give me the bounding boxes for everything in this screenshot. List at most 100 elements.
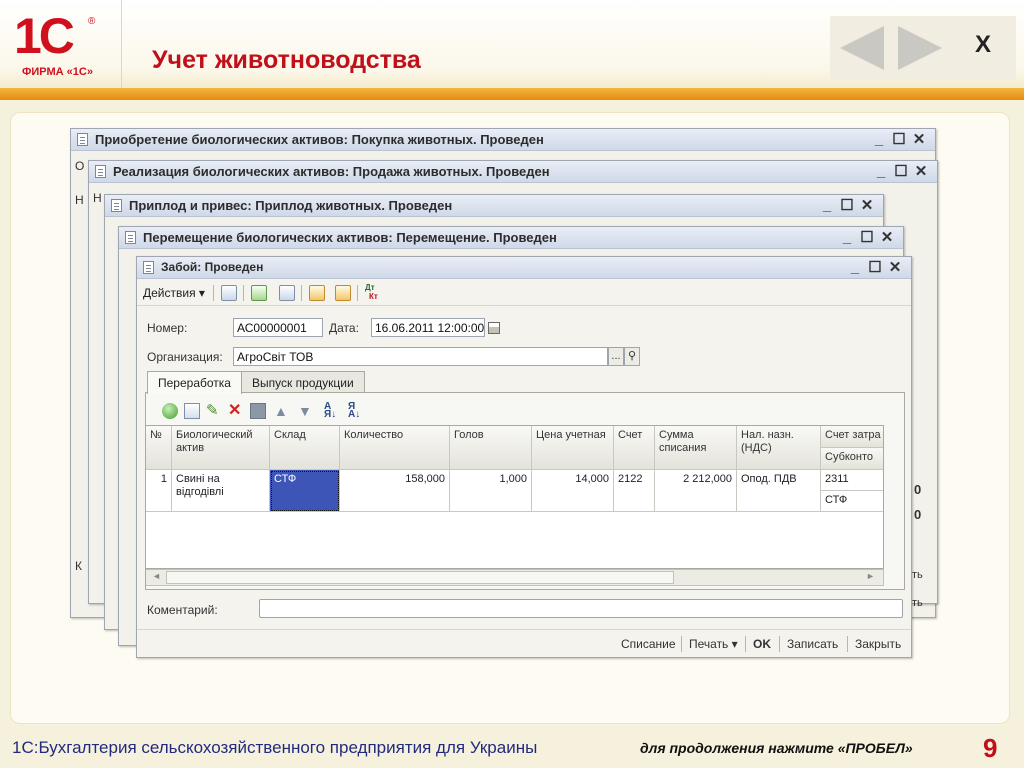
kt-label: Кт (369, 292, 378, 301)
maximize-icon[interactable]: ☐ (891, 162, 911, 180)
add-row-icon[interactable] (162, 403, 178, 419)
comment-label: Коментарий: (147, 603, 218, 617)
minimize-icon[interactable]: _ (871, 163, 891, 180)
cell-asset[interactable]: Свині на відгодівлі (172, 470, 270, 512)
col-header-amount[interactable]: Сумма списания (655, 426, 737, 470)
delete-row-icon[interactable]: ✕ (228, 403, 244, 419)
minimize-icon[interactable]: _ (869, 131, 889, 148)
cell-quantity[interactable]: 158,000 (340, 470, 450, 512)
number-field[interactable]: АС00000001 (233, 318, 323, 337)
close-window-button[interactable]: Закрыть (855, 637, 901, 651)
dt-kt-icon[interactable]: Дт Кт (365, 283, 378, 301)
window-title: Приобретение биологических активов: Поку… (95, 132, 544, 147)
col-header-account[interactable]: Счет (614, 426, 655, 470)
maximize-icon[interactable]: ☐ (857, 228, 877, 246)
document-icon (111, 199, 122, 212)
write-off-button[interactable]: Списание (621, 637, 676, 651)
window-titlebar[interactable]: Приобретение биологических активов: Поку… (71, 129, 935, 151)
col-header-warehouse[interactable]: Склад (270, 426, 340, 470)
refresh-icon[interactable] (251, 285, 267, 301)
organization-label: Организация: (147, 350, 223, 364)
minimize-icon[interactable]: _ (845, 259, 865, 276)
table-scrollbar[interactable]: ◄ ► (146, 569, 884, 586)
print-button[interactable]: Печать ▾ (689, 637, 738, 651)
window-titlebar[interactable]: Забой: Проведен _ ☐ ✕ (137, 257, 911, 279)
page-number: 9 (983, 733, 998, 763)
organization-select-button[interactable]: ... (608, 347, 624, 366)
sort-asc-icon[interactable]: А Я↓ (324, 402, 340, 420)
minimize-icon[interactable]: _ (837, 229, 857, 246)
post-doc-icon[interactable] (221, 285, 237, 301)
date-label: Дата: (329, 321, 359, 335)
button-separator (847, 636, 848, 652)
close-icon[interactable]: ✕ (885, 258, 905, 276)
col-header-heads[interactable]: Голов (450, 426, 532, 470)
calendar-icon[interactable] (488, 322, 500, 334)
window-controls: _ ☐ ✕ (871, 162, 931, 180)
next-arrow-icon[interactable] (898, 26, 942, 70)
button-separator (681, 636, 682, 652)
cell-amount[interactable]: 2 212,000 (655, 470, 737, 512)
scroll-right-icon[interactable]: ► (866, 571, 875, 581)
close-icon[interactable]: ✕ (909, 130, 929, 148)
document-icon (77, 133, 88, 146)
tab-products[interactable]: Выпуск продукции (241, 371, 365, 393)
col-header-subconto[interactable]: Субконто (821, 448, 883, 470)
logo-mark: 1С (14, 8, 75, 64)
maximize-icon[interactable]: ☐ (889, 130, 909, 148)
end-edit-icon[interactable] (250, 403, 266, 419)
maximize-icon[interactable]: ☐ (837, 196, 857, 214)
cell-price[interactable]: 14,000 (532, 470, 614, 512)
cell-subconto[interactable]: СТФ (821, 491, 883, 512)
header-divider (0, 88, 1024, 100)
cell-account[interactable]: 2122 (614, 470, 655, 512)
move-up-icon[interactable]: ▲ (274, 403, 290, 419)
cell-vat[interactable]: Опод. ПДВ (737, 470, 821, 512)
edge-label: 0 (914, 507, 922, 522)
col-header-price[interactable]: Цена учетная (532, 426, 614, 470)
actions-menu[interactable]: Действия ▾ (143, 286, 205, 300)
close-icon[interactable]: ✕ (857, 196, 877, 214)
cell-warehouse[interactable]: СТФ (270, 470, 340, 512)
copy-doc-icon[interactable] (279, 285, 295, 301)
col-header-vat[interactable]: Нал. назн. (НДС) (737, 426, 821, 470)
col-header-cost-account[interactable]: Счет затра (821, 426, 883, 448)
structure-icon[interactable] (335, 285, 351, 301)
based-on-icon[interactable] (309, 285, 325, 301)
sort-desc-icon[interactable]: Я А↓ (348, 402, 364, 420)
button-separator (779, 636, 780, 652)
col-header-number[interactable]: № (146, 426, 172, 470)
number-label: Номер: (147, 321, 188, 335)
maximize-icon[interactable]: ☐ (865, 258, 885, 276)
close-slide-button[interactable]: X (950, 16, 1016, 80)
ok-button[interactable]: OK (753, 637, 771, 651)
copy-row-icon[interactable] (184, 403, 200, 419)
cell-heads[interactable]: 1,000 (450, 470, 532, 512)
close-icon[interactable]: ✕ (911, 162, 931, 180)
date-field[interactable]: 16.06.2011 12:00:00 (371, 318, 485, 337)
scroll-thumb[interactable] (166, 571, 674, 584)
scroll-left-icon[interactable]: ◄ (152, 571, 161, 581)
cell-cost-account[interactable]: 2311 (821, 470, 883, 491)
window-controls: _ ☐ ✕ (837, 228, 897, 246)
edge-label: 0 (914, 482, 922, 497)
document-icon (125, 231, 136, 244)
col-header-quantity[interactable]: Количество (340, 426, 450, 470)
comment-field[interactable] (259, 599, 903, 618)
minimize-icon[interactable]: _ (817, 197, 837, 214)
move-down-icon[interactable]: ▼ (298, 403, 314, 419)
close-icon[interactable]: ✕ (877, 228, 897, 246)
cell-number[interactable]: 1 (146, 470, 172, 512)
window-titlebar[interactable]: Реализация биологических активов: Продаж… (89, 161, 937, 183)
organization-field[interactable]: АгроСвіт ТОВ (233, 347, 608, 366)
save-button[interactable]: Записать (787, 637, 838, 651)
window-slaughter[interactable]: Забой: Проведен _ ☐ ✕ Действия ▾ Дт Кт Номе… (136, 256, 912, 658)
prev-arrow-icon[interactable] (840, 26, 884, 70)
edit-row-icon[interactable]: ✎ (206, 403, 222, 419)
window-titlebar[interactable]: Перемещение биологических активов: Перем… (119, 227, 903, 249)
col-header-asset[interactable]: Биологический актив (172, 426, 270, 470)
tab-processing[interactable]: Переработка (147, 371, 242, 394)
search-icon[interactable]: ⚲ (624, 347, 640, 366)
processing-panel: ✎ ✕ ▲ ▼ А Я↓ Я А↓ № Биологический актив Ск… (145, 392, 905, 590)
window-titlebar[interactable]: Приплод и привес: Приплод животных. Пров… (105, 195, 883, 217)
